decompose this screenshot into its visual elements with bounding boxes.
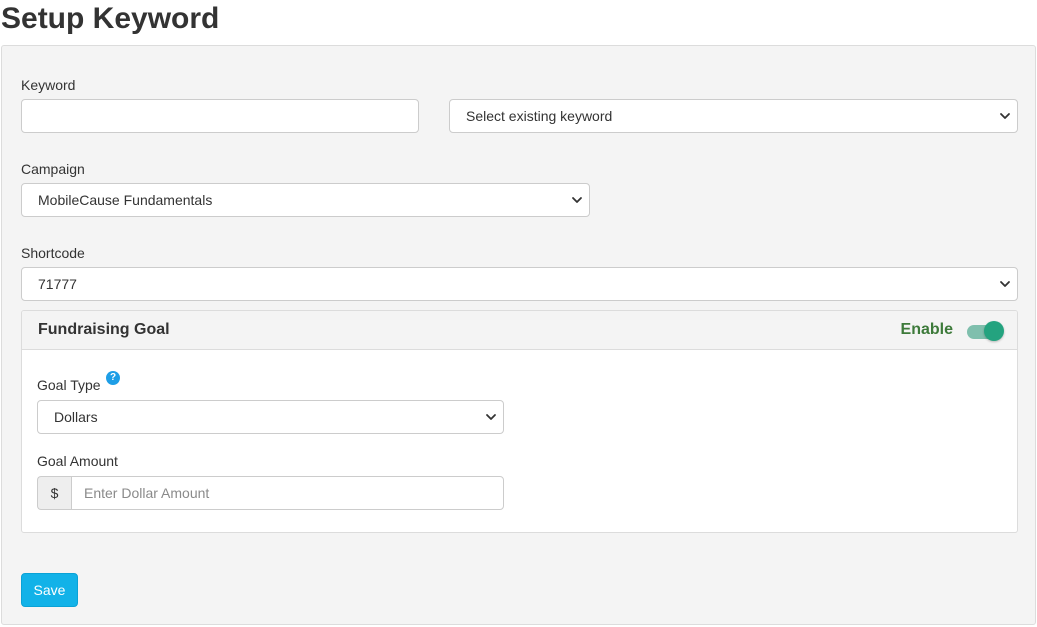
fundraising-goal-title: Fundraising Goal (38, 321, 170, 338)
save-button[interactable]: Save (21, 573, 78, 607)
campaign-select-value: MobileCause Fundamentals (38, 192, 213, 208)
keyword-input[interactable] (21, 99, 419, 133)
shortcode-select[interactable]: 71777 (21, 267, 1018, 301)
setup-keyword-card: Keyword Select existing keyword Campaign… (1, 45, 1036, 625)
help-icon[interactable]: ? (106, 371, 120, 385)
chevron-down-icon (1000, 113, 1010, 119)
fundraising-goal-header: Fundraising Goal Enable (22, 311, 1017, 350)
shortcode-label: Shortcode (21, 245, 85, 261)
goal-amount-input[interactable] (71, 476, 504, 510)
goal-type-select-value: Dollars (54, 409, 98, 425)
goal-type-select[interactable]: Dollars (37, 400, 504, 434)
enable-label: Enable (900, 321, 953, 338)
chevron-down-icon (572, 197, 582, 203)
goal-type-label: Goal Type (37, 377, 101, 393)
page-title: Setup Keyword (1, 2, 220, 35)
keyword-label: Keyword (21, 77, 76, 93)
existing-keyword-select[interactable]: Select existing keyword (449, 99, 1018, 133)
toggle-knob (984, 321, 1004, 341)
goal-amount-label: Goal Amount (37, 453, 118, 469)
enable-toggle[interactable] (965, 320, 1005, 342)
chevron-down-icon (486, 414, 496, 420)
chevron-down-icon (1000, 281, 1010, 287)
fundraising-goal-panel: Fundraising Goal Enable Goal Type ? Doll… (21, 310, 1018, 533)
shortcode-select-value: 71777 (38, 276, 77, 292)
campaign-select[interactable]: MobileCause Fundamentals (21, 183, 590, 217)
dollar-addon: $ (37, 476, 71, 510)
campaign-label: Campaign (21, 161, 85, 177)
existing-keyword-select-value: Select existing keyword (466, 108, 613, 124)
